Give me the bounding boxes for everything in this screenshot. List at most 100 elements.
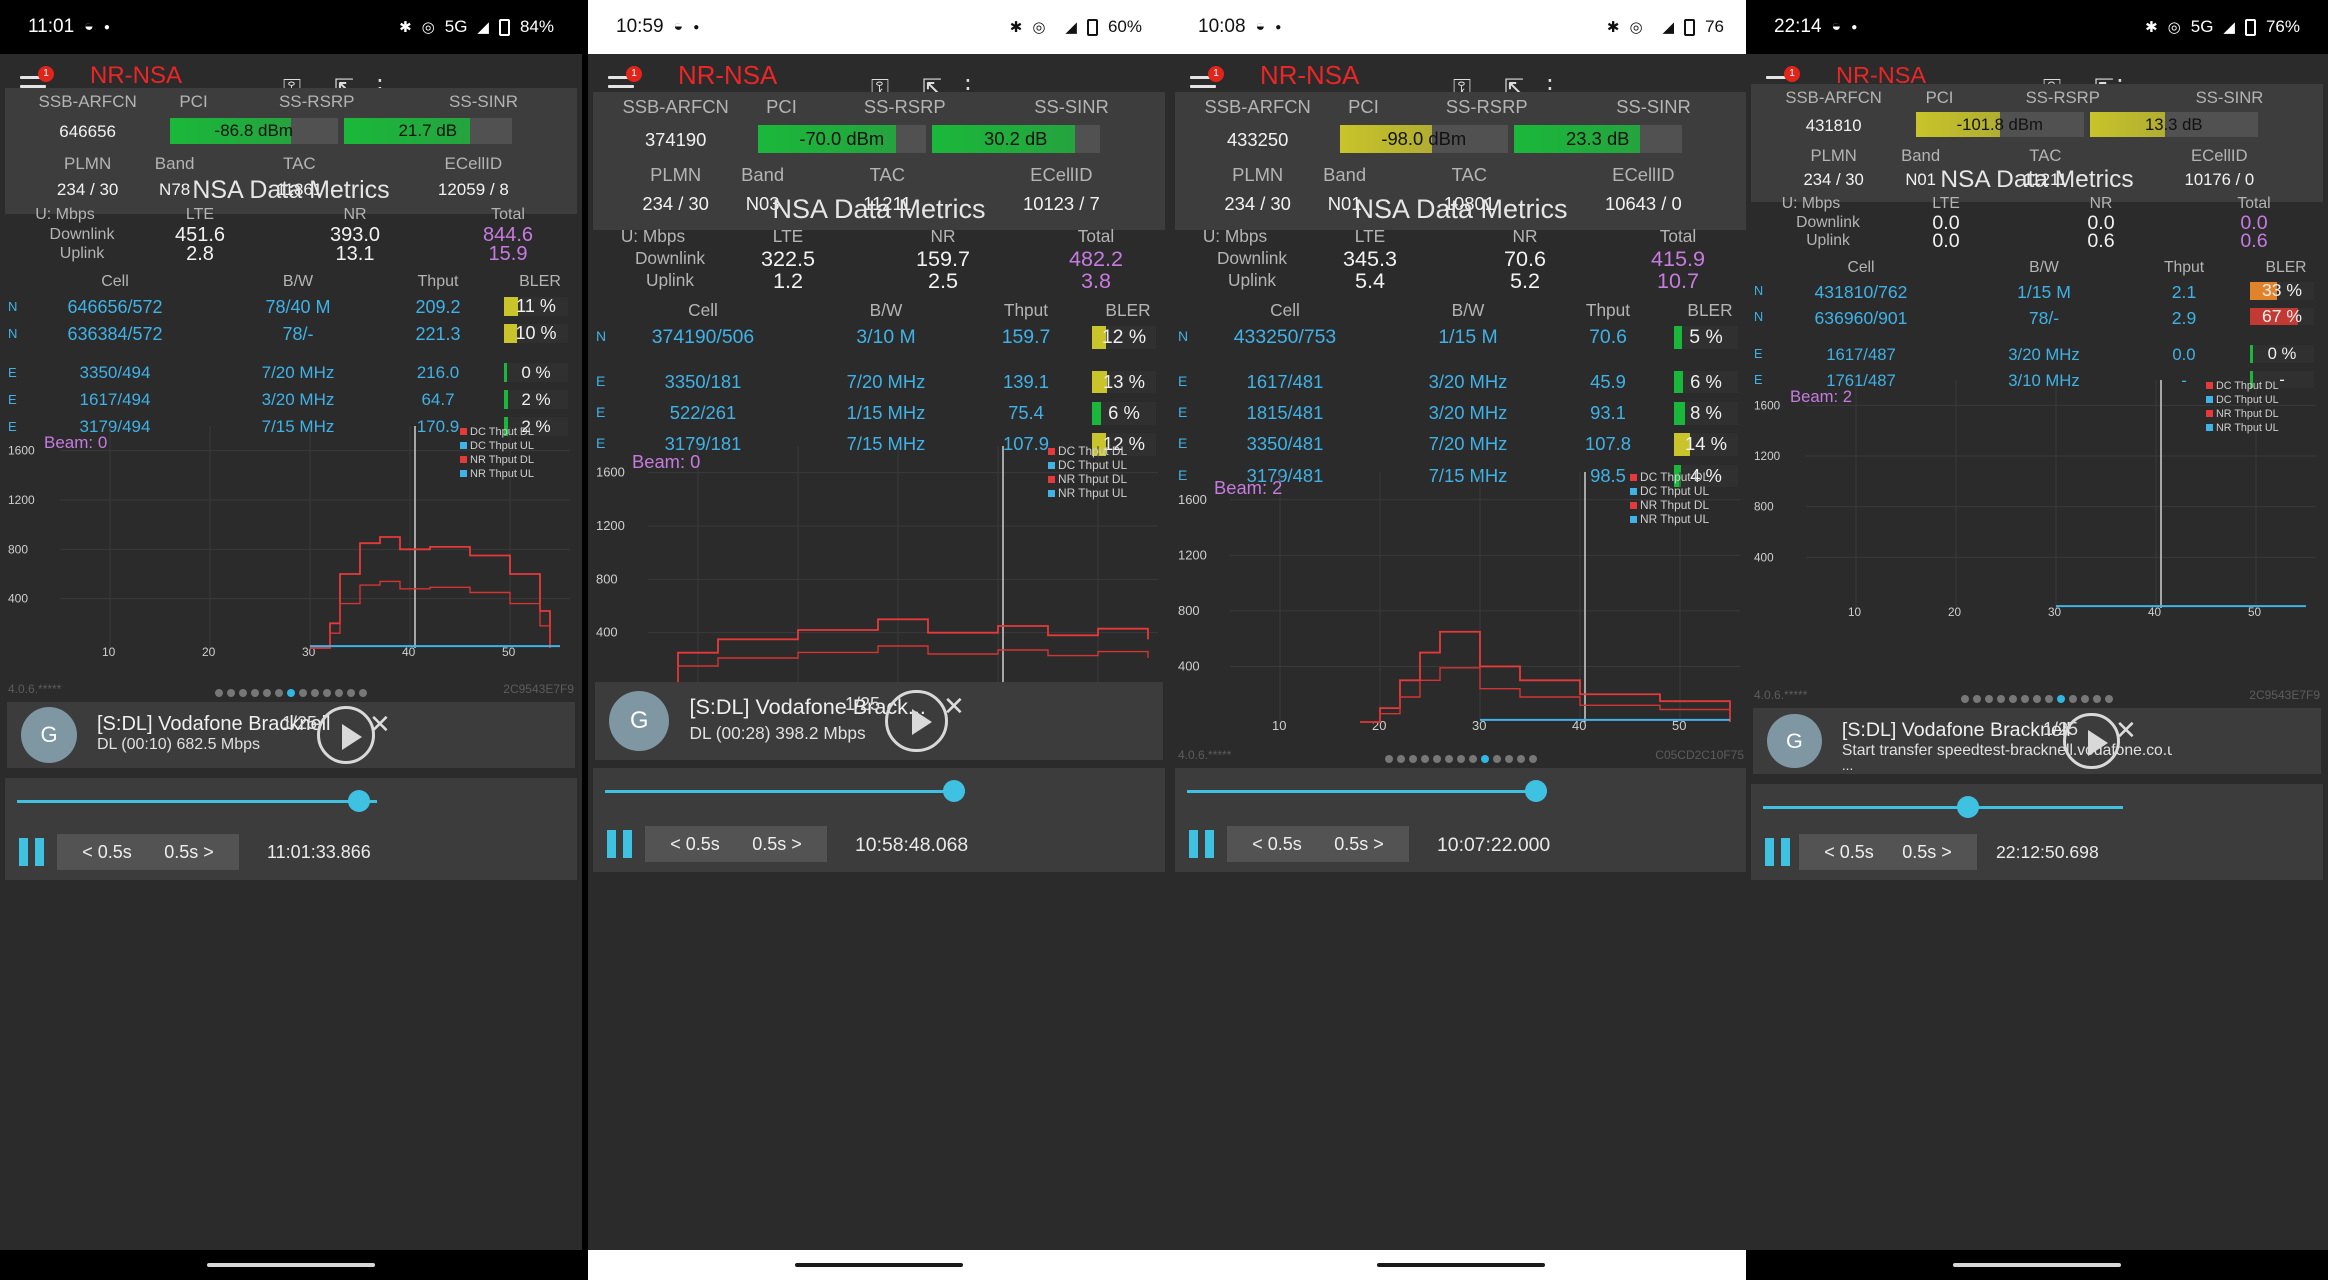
playback-track[interactable]: [17, 800, 377, 803]
page-dot[interactable]: [2093, 695, 2101, 703]
page-dot[interactable]: [227, 689, 235, 697]
device-id: 2C9543E7F9: [503, 682, 574, 696]
page-dot[interactable]: [1985, 695, 1993, 703]
notification-dot-icon: ●: [1851, 21, 1858, 33]
page-dot[interactable]: [2009, 695, 2017, 703]
playback-track[interactable]: [1763, 806, 2123, 809]
page-dot[interactable]: [1493, 755, 1501, 763]
page-dot[interactable]: [263, 689, 271, 697]
bw-header: B/W: [1451, 300, 1485, 321]
avatar: G: [609, 690, 670, 752]
dc-thput-dl-trace: [310, 536, 551, 649]
playback-thumb[interactable]: [1525, 780, 1548, 802]
close-icon[interactable]: ✕: [2115, 717, 2137, 743]
legend-swatch: [1630, 488, 1637, 495]
page-dot[interactable]: [2105, 695, 2113, 703]
legend-swatch: [1630, 502, 1637, 509]
y-tick-label: 800: [1178, 603, 1200, 618]
status-time: 11:01: [28, 16, 75, 37]
page-dot[interactable]: [1481, 755, 1489, 763]
y-tick-label: 1200: [1754, 450, 1781, 463]
pause-button[interactable]: [19, 838, 49, 866]
page-dot[interactable]: [275, 689, 283, 697]
page-dot[interactable]: [215, 689, 223, 697]
ul-nr-value: 5.2: [1509, 268, 1541, 294]
playback-time: 11:01:33.866: [267, 842, 371, 862]
step-forward-button[interactable]: 0.5s >: [727, 826, 827, 862]
legend-label: DC Thput DL: [470, 426, 534, 438]
playback-thumb[interactable]: [348, 790, 370, 812]
page-dot[interactable]: [2069, 695, 2077, 703]
status-left: 10:59 ◒ ●: [616, 16, 699, 38]
test-notification[interactable]: G [S:DL] Vodafone Bracknell 1/25 DL (00:10)…: [7, 702, 575, 768]
page-dot[interactable]: [1505, 755, 1513, 763]
page-dot[interactable]: [299, 689, 307, 697]
page-dot[interactable]: [1529, 755, 1537, 763]
page-dot[interactable]: [251, 689, 259, 697]
test-notification[interactable]: G [S:DL] Vodafone Brack... 1/25 DL (00:28) …: [595, 682, 1163, 760]
play-button[interactable]: [317, 706, 375, 764]
page-dot[interactable]: [1445, 755, 1453, 763]
page-dot[interactable]: [1517, 755, 1525, 763]
playback-thumb[interactable]: [943, 780, 966, 802]
navigation-bar: [0, 1250, 582, 1280]
step-forward-button[interactable]: 0.5s >: [1877, 834, 1977, 870]
bler-text: 13 %: [1103, 370, 1145, 392]
page-dot[interactable]: [359, 689, 367, 697]
page-dot[interactable]: [287, 689, 295, 697]
page-dot[interactable]: [311, 689, 319, 697]
step-forward-button[interactable]: 0.5s >: [1309, 826, 1409, 862]
home-indicator[interactable]: [795, 1263, 963, 1267]
page-dot[interactable]: [2081, 695, 2089, 703]
page-dot[interactable]: [2033, 695, 2041, 703]
page-dot[interactable]: [1385, 755, 1393, 763]
home-indicator[interactable]: [1377, 1263, 1545, 1267]
page-dot[interactable]: [2021, 695, 2029, 703]
ss-rsrp-label: SS-RSRP: [863, 96, 946, 117]
wifi-icon: ◒: [673, 18, 684, 35]
tac-label: TAC: [282, 154, 316, 173]
page-dot[interactable]: [1397, 755, 1405, 763]
page-dot[interactable]: [1457, 755, 1465, 763]
page-dot[interactable]: [1469, 755, 1477, 763]
bler-header: BLER: [1687, 300, 1733, 321]
cell-thput: 2.9: [2171, 307, 2197, 328]
test-notification[interactable]: G [S:DL] Vodafone Bracknell 1/25 Start tran…: [1753, 708, 2321, 774]
page-dot[interactable]: [347, 689, 355, 697]
page-dot[interactable]: [2045, 695, 2053, 703]
ss-sinr-bar-text: 13.3 dB: [2144, 115, 2203, 134]
y-tick-label: 1200: [596, 518, 625, 533]
pause-button[interactable]: [1189, 830, 1219, 858]
page-dot[interactable]: [1421, 755, 1429, 763]
pause-button[interactable]: [1765, 838, 1795, 866]
page-dot[interactable]: [1973, 695, 1981, 703]
app-screen: 1NR-NSATesting⚿⇱⋮SSB-ARFCN431810PCI762SS…: [1746, 54, 2328, 1250]
page-dot[interactable]: [1997, 695, 2005, 703]
play-button[interactable]: [885, 689, 948, 753]
page-dot[interactable]: [1433, 755, 1441, 763]
legend-label: NR Thput UL: [1058, 486, 1127, 500]
playback-track[interactable]: [1187, 790, 1547, 793]
pause-button[interactable]: [607, 830, 637, 858]
play-button[interactable]: [2063, 712, 2120, 770]
playback-thumb[interactable]: [1957, 796, 1980, 818]
page-dot[interactable]: [335, 689, 343, 697]
page-dot[interactable]: [1409, 755, 1417, 763]
ss-sinr-bar-text: 21.7 dB: [398, 121, 458, 140]
page-dot[interactable]: [323, 689, 331, 697]
wifi-icon: ◒: [84, 18, 94, 35]
close-icon[interactable]: ✕: [943, 693, 965, 719]
close-icon[interactable]: ✕: [369, 711, 391, 737]
home-indicator[interactable]: [1953, 1263, 2121, 1267]
page-dot[interactable]: [1961, 695, 1969, 703]
page-dot[interactable]: [2057, 695, 2065, 703]
notification-count: 1/25: [845, 694, 881, 715]
cell-row: N 431810/762 1/15 M 2.1 33 %: [1746, 282, 2328, 302]
legend-label: NR Thput DL: [2216, 408, 2279, 420]
step-forward-button[interactable]: 0.5s >: [139, 834, 239, 870]
legend-swatch: [1048, 448, 1055, 455]
playback-track[interactable]: [605, 790, 965, 793]
home-indicator[interactable]: [207, 1263, 375, 1267]
bler-text: 10 %: [515, 322, 557, 343]
page-dot[interactable]: [239, 689, 247, 697]
